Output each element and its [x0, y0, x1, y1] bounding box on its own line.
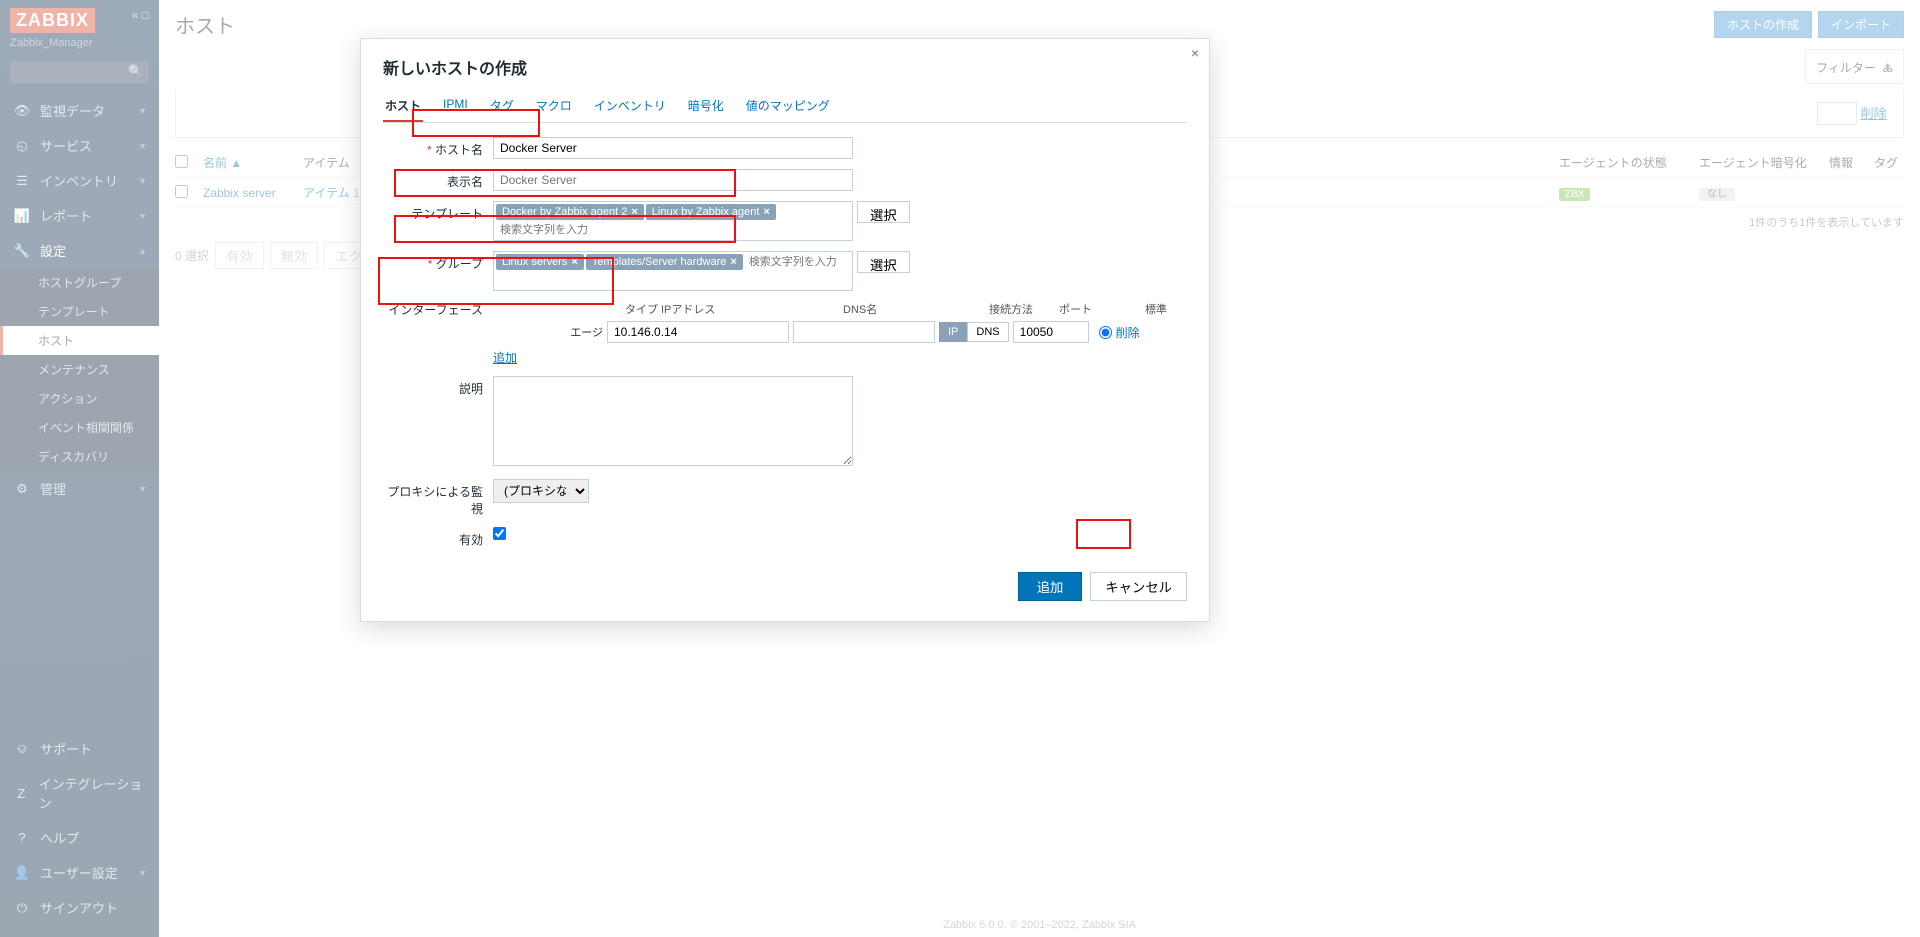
groups-search[interactable]: [745, 254, 850, 270]
tab-macros[interactable]: マクロ: [534, 91, 574, 122]
add-interface-link[interactable]: 追加: [493, 349, 517, 366]
enabled-label: 有効: [383, 527, 493, 548]
connect-toggle: IP DNS: [939, 322, 1009, 342]
iface-col-port: ポート: [1059, 301, 1145, 317]
iface-col-type: タイプ: [621, 301, 661, 317]
add-button[interactable]: 追加: [1018, 572, 1083, 601]
visible-label: 表示名: [383, 169, 493, 190]
create-host-modal: × 新しいホストの作成 ホスト IPMI タグ マクロ インベントリ 暗号化 値…: [360, 38, 1210, 622]
modal-title: 新しいホストの作成: [383, 55, 1187, 79]
proxy-label: プロキシによる監視: [383, 479, 493, 517]
dns-input[interactable]: [793, 321, 935, 343]
interface-row: エージ IP DNS 削除: [493, 321, 1187, 343]
iface-type-label: エージ: [493, 324, 607, 340]
host-form: ホスト名 表示名 テンプレート Docker by Zabbix agent 2…: [383, 137, 1187, 548]
chip-remove-icon[interactable]: ×: [631, 206, 637, 218]
port-input[interactable]: [1013, 321, 1089, 343]
interface-delete-link[interactable]: 削除: [1116, 324, 1140, 341]
chip-remove-icon[interactable]: ×: [730, 256, 736, 268]
templates-label: テンプレート: [383, 201, 493, 222]
groups-label: グループ: [383, 251, 493, 272]
tab-inventory[interactable]: インベントリ: [592, 91, 668, 122]
tab-host[interactable]: ホスト: [383, 91, 423, 122]
interfaces-label: インターフェース: [383, 301, 493, 318]
templates-search[interactable]: [496, 222, 850, 238]
tab-tags[interactable]: タグ: [488, 91, 516, 122]
group-chip: Templates/Server hardware×: [586, 254, 743, 270]
visiblename-input[interactable]: [493, 169, 853, 191]
template-chip: Linux by Zabbix agent×: [646, 204, 776, 220]
groups-select-button[interactable]: 選択: [857, 251, 910, 273]
proxy-select[interactable]: (プロキシなし): [493, 479, 589, 503]
hostname-input[interactable]: [493, 137, 853, 159]
modal-tabs: ホスト IPMI タグ マクロ インベントリ 暗号化 値のマッピング: [383, 91, 1187, 123]
template-chip: Docker by Zabbix agent 2×: [496, 204, 644, 220]
hostname-label: ホスト名: [383, 137, 493, 158]
close-icon[interactable]: ×: [1191, 45, 1199, 61]
iface-col-ip: IPアドレス: [661, 301, 843, 317]
tab-ipmi[interactable]: IPMI: [441, 91, 470, 122]
iface-col-connect: 接続方法: [989, 301, 1059, 317]
tab-valuemap[interactable]: 値のマッピング: [744, 91, 832, 122]
enabled-checkbox[interactable]: [493, 527, 506, 540]
groups-input[interactable]: Linux servers× Templates/Server hardware…: [493, 251, 853, 291]
templates-select-button[interactable]: 選択: [857, 201, 910, 223]
iface-col-dns: DNS名: [843, 301, 989, 317]
chip-remove-icon[interactable]: ×: [763, 206, 769, 218]
group-chip: Linux servers×: [496, 254, 584, 270]
modal-footer: 追加 キャンセル: [383, 572, 1187, 601]
cancel-button[interactable]: キャンセル: [1090, 572, 1187, 601]
connect-ip-button[interactable]: IP: [939, 322, 967, 342]
chip-remove-icon[interactable]: ×: [571, 256, 577, 268]
description-input[interactable]: [493, 376, 853, 466]
tab-encryption[interactable]: 暗号化: [686, 91, 726, 122]
iface-col-default: 標準: [1145, 301, 1185, 317]
connect-dns-button[interactable]: DNS: [967, 322, 1008, 342]
templates-input[interactable]: Docker by Zabbix agent 2× Linux by Zabbi…: [493, 201, 853, 241]
interface-header: タイプ IPアドレス DNS名 接続方法 ポート 標準: [493, 301, 1187, 317]
ip-input[interactable]: [607, 321, 789, 343]
default-radio[interactable]: [1099, 326, 1112, 339]
description-label: 説明: [383, 376, 493, 397]
